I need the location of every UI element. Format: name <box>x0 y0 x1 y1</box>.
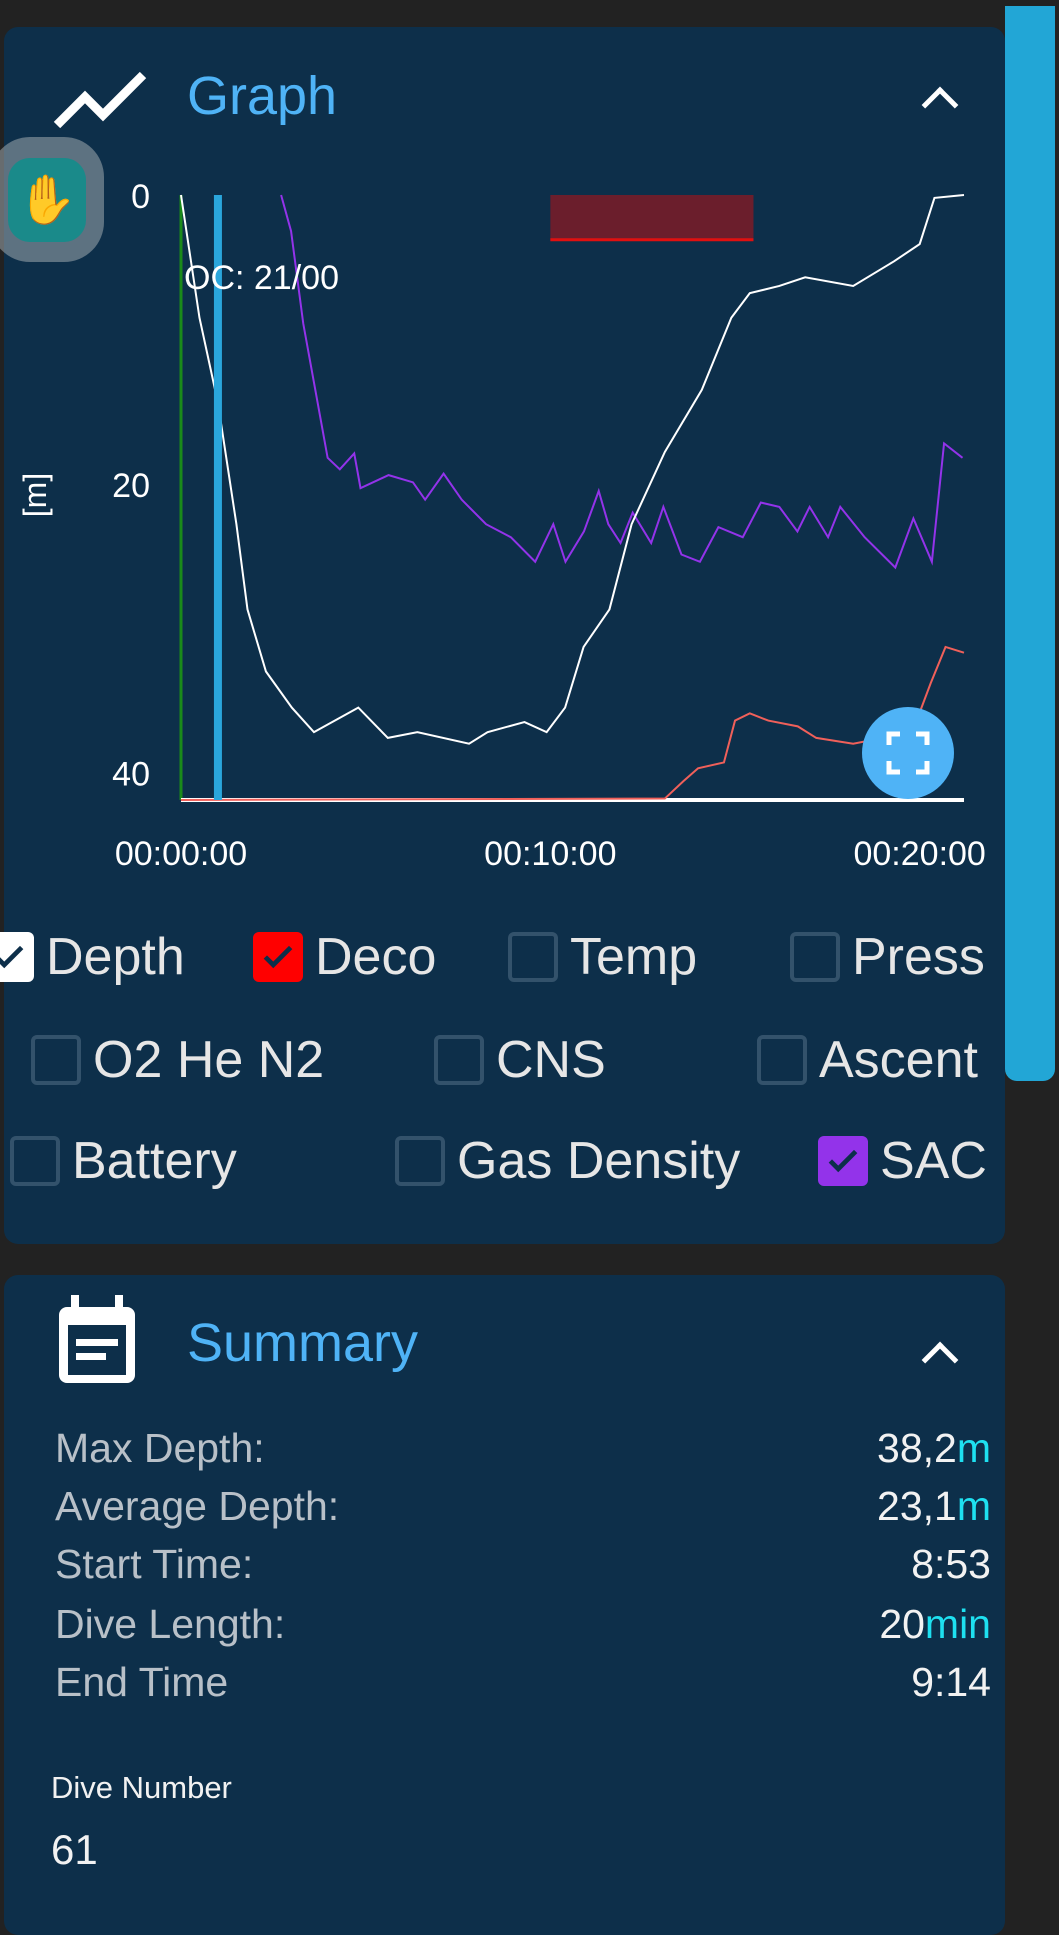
checkbox-box[interactable] <box>508 932 558 982</box>
checkbox-cns[interactable]: CNS <box>434 1030 606 1090</box>
summary-label: Dive Length: <box>55 1601 286 1647</box>
checkbox-label: Battery <box>72 1132 237 1190</box>
checkbox-o2-he-n2[interactable]: O2 He N2 <box>31 1030 324 1090</box>
warning-band <box>550 195 754 240</box>
checkbox-label: SAC <box>880 1132 987 1190</box>
checkbox-label: Ascent <box>819 1031 978 1089</box>
calendar-icon <box>59 1295 135 1383</box>
summary-value: 23,1m <box>877 1483 991 1529</box>
checkbox-label: Depth <box>46 928 185 986</box>
checkbox-box[interactable] <box>757 1035 807 1085</box>
summary-row: Average Depth: 23,1m <box>55 1483 991 1530</box>
y-tick-label: 0 <box>131 178 150 216</box>
check-icon <box>0 945 24 969</box>
dive-number-value: 61 <box>51 1826 98 1873</box>
fullscreen-icon <box>886 731 930 775</box>
checkbox-sac[interactable]: SAC <box>818 1131 987 1191</box>
summary-value: 38,2m <box>877 1425 991 1471</box>
summary-row: Max Depth: 38,2m <box>55 1425 991 1472</box>
checkbox-label: O2 He N2 <box>93 1031 325 1089</box>
y-tick-label: 40 <box>112 756 150 794</box>
checkbox-box[interactable] <box>395 1136 445 1186</box>
series-sac <box>280 194 964 570</box>
summary-value: 8:53 <box>911 1541 991 1587</box>
y-axis-label: [m] <box>17 473 53 517</box>
checkbox-depth[interactable]: Depth <box>0 927 185 987</box>
checkbox-box[interactable] <box>253 932 303 982</box>
series-deco <box>180 645 965 801</box>
checkbox-battery[interactable]: Battery <box>10 1131 237 1191</box>
checkbox-gas-density[interactable]: Gas Density <box>395 1131 740 1191</box>
x-tick-label: 00:00:00 <box>115 835 247 870</box>
checkbox-label: Gas Density <box>457 1132 741 1190</box>
summary-row: End Time 9:14 <box>55 1659 991 1706</box>
gas-label: OC: 21/00 <box>184 259 339 297</box>
checkbox-box[interactable] <box>10 1136 60 1186</box>
summary-value: 9:14 <box>911 1659 991 1705</box>
checkbox-label: CNS <box>496 1031 606 1089</box>
summary-row: Dive Length: 20min <box>55 1601 991 1648</box>
summary-title: Summary <box>187 1313 419 1373</box>
fullscreen-button[interactable] <box>862 707 954 799</box>
gesture-helper-button[interactable]: ✋ <box>0 137 104 262</box>
summary-card: Summary Max Depth: 38,2m Average Depth: 23,… <box>4 1275 1005 1935</box>
check-icon <box>263 945 293 969</box>
checkbox-press[interactable]: Press <box>790 927 985 987</box>
checkbox-label: Temp <box>570 928 698 986</box>
summary-value: 20min <box>879 1601 991 1647</box>
dive-chart: 0 20 40 00:00:00 00:10:00 00:20:00 [m] OC: 21/0… <box>17 178 986 870</box>
checkbox-box[interactable] <box>434 1035 484 1085</box>
y-tick-label: 20 <box>112 467 150 505</box>
x-tick-label: 00:10:00 <box>484 835 616 870</box>
checkbox-label: Press <box>852 928 985 986</box>
summary-label: Max Depth: <box>55 1425 265 1471</box>
checkbox-label: Deco <box>315 928 437 986</box>
summary-label: Average Depth: <box>55 1483 340 1529</box>
scrollbar[interactable] <box>1005 6 1055 1081</box>
collapse-summary-icon[interactable] <box>921 1341 959 1379</box>
checkbox-box[interactable] <box>31 1035 81 1085</box>
checkbox-temp[interactable]: Temp <box>508 927 697 987</box>
checkbox-box[interactable] <box>818 1136 868 1186</box>
summary-label: End Time <box>55 1659 229 1705</box>
checkbox-deco[interactable]: Deco <box>253 927 436 987</box>
check-icon <box>828 1149 858 1173</box>
checkbox-box[interactable] <box>0 932 34 982</box>
x-tick-label: 00:20:00 <box>853 835 985 870</box>
summary-row: Start Time: 8:53 <box>55 1541 991 1588</box>
hand-icon: ✋ <box>8 157 86 242</box>
dive-number-label: Dive Number <box>51 1770 232 1805</box>
checkbox-ascent[interactable]: Ascent <box>757 1030 978 1090</box>
checkbox-box[interactable] <box>790 932 840 982</box>
summary-label: Start Time: <box>55 1541 254 1587</box>
